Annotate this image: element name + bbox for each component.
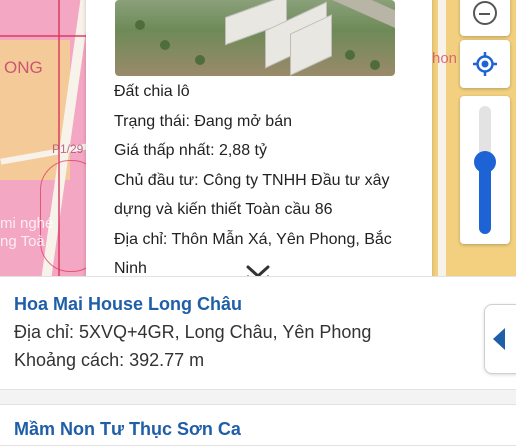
thumbnail-tree bbox=[195, 55, 205, 65]
list-item-address: Địa chỉ: 5XVQ+4GR, Long Châu, Yên Phong bbox=[14, 322, 372, 342]
project-investor-cont: dựng và kiến thiết Toàn cầu 86 bbox=[114, 201, 333, 218]
locate-target-icon bbox=[473, 52, 497, 76]
map-road bbox=[438, 0, 446, 290]
thumbnail-tree bbox=[345, 50, 355, 60]
map-label: mi nghé bbox=[0, 215, 54, 232]
project-min-price: Giá thấp nhất: 2,88 tỷ bbox=[114, 142, 267, 159]
project-investor: Chủ đầu tư: Công ty TNHH Đầu tư xây bbox=[114, 171, 390, 189]
thumbnail-tree bbox=[160, 40, 170, 50]
map-label: ng Toà bbox=[0, 233, 45, 250]
project-address: Địa chỉ: Thôn Mẫn Xá, Yên Phong, Bắc bbox=[114, 230, 392, 248]
map-view[interactable]: ONG mi nghé ng Toà P1/29 hon Đất chia lô… bbox=[0, 0, 516, 290]
list-item[interactable]: Mầm Non Tư Thục Sơn Ca bbox=[0, 404, 516, 446]
zoom-slider-thumb[interactable] bbox=[474, 151, 496, 174]
project-info-popup: Đất chia lô Trạng thái: Đang mở bán Giá … bbox=[86, 0, 432, 282]
caret-left-icon bbox=[493, 328, 505, 350]
minus-circle-icon bbox=[473, 1, 497, 25]
project-status: Trạng thái: Đang mở bán bbox=[114, 112, 292, 130]
project-type: Đất chia lô bbox=[114, 83, 190, 100]
thumbnail-road bbox=[330, 0, 395, 32]
project-info-text: Đất chia lô Trạng thái: Đang mở bán Giá … bbox=[114, 77, 426, 284]
zoom-out-button[interactable] bbox=[460, 0, 510, 36]
list-item[interactable]: Hoa Mai House Long Châu Địa chỉ: 5XVQ+4G… bbox=[0, 276, 516, 390]
locate-button[interactable] bbox=[460, 40, 510, 88]
zoom-slider[interactable] bbox=[460, 96, 510, 244]
map-label: ONG bbox=[4, 58, 43, 77]
list-item-distance: Khoảng cách: 392.77 m bbox=[14, 350, 205, 370]
side-panel-toggle-button[interactable] bbox=[484, 304, 516, 374]
list-item-title[interactable]: Mầm Non Tư Thục Sơn Ca bbox=[14, 419, 241, 440]
list-item-title[interactable]: Hoa Mai House Long Châu bbox=[14, 294, 242, 315]
map-label: hon bbox=[432, 50, 458, 67]
thumbnail-tree bbox=[370, 60, 380, 70]
zoom-slider-fill bbox=[479, 162, 491, 234]
thumbnail-tree bbox=[135, 20, 145, 30]
project-thumbnail[interactable] bbox=[115, 0, 395, 76]
nearby-places-list: Hoa Mai House Long Châu Địa chỉ: 5XVQ+4G… bbox=[0, 276, 516, 446]
map-label: P1/29 bbox=[52, 142, 84, 156]
